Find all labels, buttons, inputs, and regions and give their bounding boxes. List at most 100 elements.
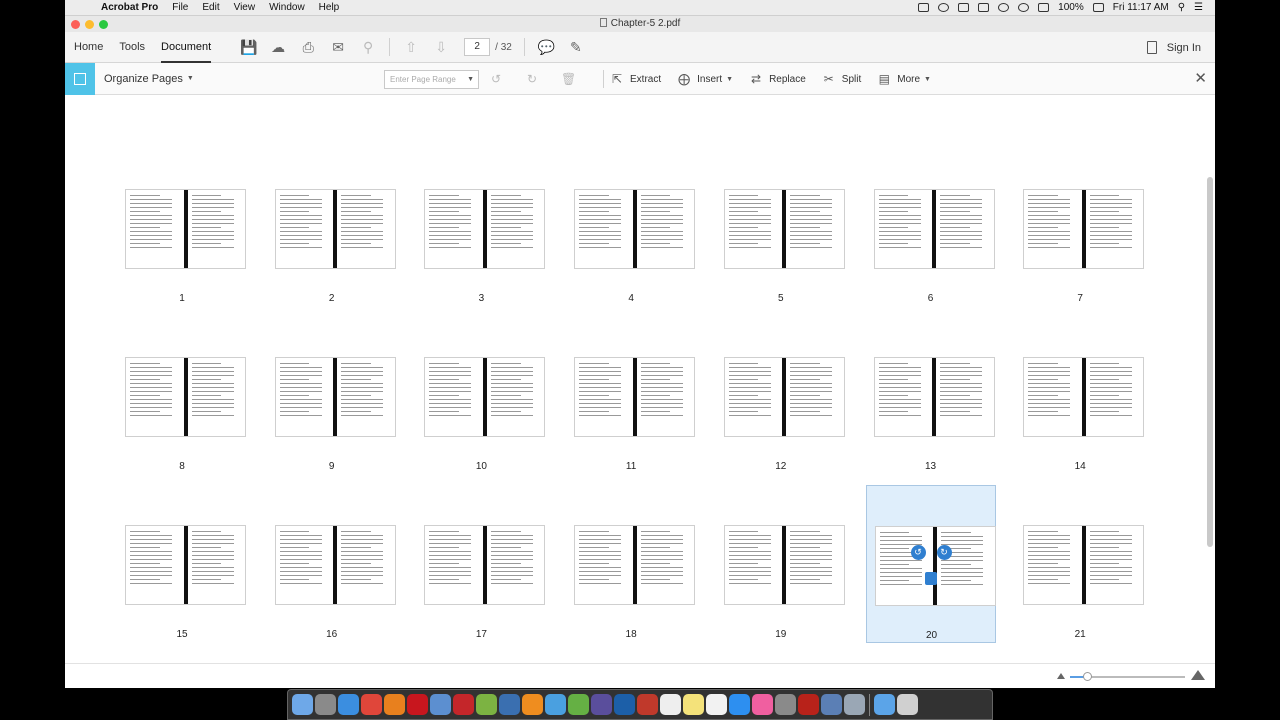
preview-alt-icon[interactable] bbox=[821, 694, 842, 715]
menu-edit[interactable]: Edit bbox=[202, 2, 219, 13]
page-thumbnail[interactable]: 14 bbox=[1015, 317, 1145, 475]
itunes-icon[interactable] bbox=[752, 694, 773, 715]
organize-pages-title[interactable]: Organize Pages bbox=[104, 73, 183, 85]
page-thumbnail[interactable]: 10 bbox=[416, 317, 546, 475]
rotate-left-button[interactable]: ↺ bbox=[489, 72, 509, 86]
calendar-icon[interactable] bbox=[660, 694, 681, 715]
replace-button[interactable]: ⇄ Replace bbox=[749, 72, 806, 86]
search-icon[interactable]: ⚲ bbox=[360, 39, 376, 55]
comment-icon[interactable]: 💬 bbox=[538, 39, 555, 55]
next-page-icon[interactable]: ⇩ bbox=[433, 39, 449, 55]
spotlight-icon[interactable]: ⚲ bbox=[1178, 2, 1185, 13]
insert-button[interactable]: ⨁ Insert ▼ bbox=[677, 72, 733, 86]
screen-recording-icon[interactable] bbox=[918, 3, 930, 12]
cloud-upload-icon[interactable]: ☁ bbox=[270, 39, 286, 55]
notes-icon[interactable] bbox=[683, 694, 704, 715]
page-thumbnail[interactable]: 5 bbox=[716, 149, 846, 307]
utorrent-icon[interactable] bbox=[568, 694, 589, 715]
notification-center-icon[interactable]: ☰ bbox=[1194, 2, 1203, 13]
preview-icon[interactable] bbox=[430, 694, 451, 715]
battery-percent[interactable]: 100% bbox=[1058, 2, 1084, 13]
save-icon[interactable]: 💾 bbox=[240, 39, 257, 55]
photo-booth-icon[interactable] bbox=[637, 694, 658, 715]
page-thumbnail[interactable]: 16 bbox=[267, 485, 397, 643]
trash-icon[interactable] bbox=[897, 694, 918, 715]
trash-icon[interactable] bbox=[924, 572, 937, 585]
zoom-out-icon[interactable] bbox=[1057, 673, 1065, 679]
tab-home[interactable]: Home bbox=[66, 32, 111, 63]
page-thumbnail[interactable]: 13 bbox=[866, 317, 996, 475]
image-capture-icon[interactable] bbox=[844, 694, 865, 715]
app-store-icon[interactable] bbox=[729, 694, 750, 715]
menu-help[interactable]: Help bbox=[319, 2, 340, 13]
page-thumbnail[interactable]: 4 bbox=[566, 149, 696, 307]
page-thumbnail[interactable]: 11 bbox=[566, 317, 696, 475]
lock-icon[interactable] bbox=[958, 3, 970, 12]
page-thumbnail[interactable]: 6 bbox=[866, 149, 996, 307]
chrome-icon[interactable] bbox=[361, 694, 382, 715]
tab-document[interactable]: Document bbox=[153, 32, 219, 63]
sign-in-link[interactable]: Sign In bbox=[1167, 42, 1201, 54]
previous-page-icon[interactable]: ⇧ bbox=[403, 39, 419, 55]
extract-button[interactable]: ⇱ Extract bbox=[610, 72, 661, 86]
bluetooth-icon[interactable] bbox=[978, 3, 990, 12]
filezilla-icon[interactable] bbox=[453, 694, 474, 715]
menu-view[interactable]: View bbox=[234, 2, 256, 13]
delete-pages-button[interactable]: 🗑 bbox=[561, 72, 581, 86]
print-icon[interactable]: ⎙ bbox=[300, 39, 316, 55]
page-thumbnail[interactable]: 1 bbox=[117, 149, 247, 307]
menu-file[interactable]: File bbox=[172, 2, 188, 13]
page-thumbnail[interactable]: 8 bbox=[117, 317, 247, 475]
page-thumbnail[interactable]: 19 bbox=[716, 485, 846, 643]
system-preferences-icon[interactable] bbox=[775, 694, 796, 715]
page-thumbnail[interactable]: 21 bbox=[1015, 485, 1145, 643]
page-thumbnail[interactable]: 12 bbox=[716, 317, 846, 475]
zoom-slider-knob[interactable] bbox=[1083, 672, 1093, 681]
reminders-icon[interactable] bbox=[706, 694, 727, 715]
close-window-button[interactable] bbox=[71, 20, 80, 29]
thumbnail-zoom-slider[interactable] bbox=[1070, 672, 1185, 681]
safari-icon[interactable] bbox=[338, 694, 359, 715]
zoom-window-button[interactable] bbox=[99, 20, 108, 29]
photos-icon[interactable] bbox=[545, 694, 566, 715]
chevron-down-icon[interactable]: ▼ bbox=[187, 75, 194, 82]
close-icon[interactable]: ✕ bbox=[1194, 71, 1207, 86]
launchpad-icon[interactable] bbox=[315, 694, 336, 715]
page-thumbnail[interactable]: 18 bbox=[566, 485, 696, 643]
tab-tools[interactable]: Tools bbox=[111, 32, 153, 63]
rotate-right-button[interactable]: ↻ bbox=[525, 72, 545, 86]
page-thumbnail[interactable]: 3 bbox=[416, 149, 546, 307]
opera-icon[interactable] bbox=[407, 694, 428, 715]
pen-icon[interactable]: ✎ bbox=[568, 39, 584, 55]
finder-icon[interactable] bbox=[292, 694, 313, 715]
organize-pages-icon[interactable] bbox=[65, 62, 95, 95]
wifi-icon[interactable] bbox=[998, 3, 1010, 12]
vertical-scrollbar[interactable] bbox=[1207, 177, 1213, 547]
upload-icon[interactable] bbox=[938, 3, 950, 12]
menu-window[interactable]: Window bbox=[269, 2, 305, 13]
battery-icon[interactable] bbox=[1092, 3, 1104, 12]
sign-in-area[interactable]: Sign In bbox=[1146, 32, 1201, 63]
page-thumbnail[interactable]: 9 bbox=[267, 317, 397, 475]
sync-icon[interactable] bbox=[1018, 3, 1030, 12]
photoshop-icon[interactable] bbox=[614, 694, 635, 715]
email-icon[interactable]: ✉ bbox=[330, 39, 346, 55]
acrobat-icon[interactable] bbox=[798, 694, 819, 715]
downloads-icon[interactable] bbox=[874, 694, 895, 715]
page-range-select[interactable]: Enter Page Range ▼ bbox=[384, 70, 479, 89]
split-button[interactable]: ✂ Split bbox=[822, 72, 861, 86]
menu-app-name[interactable]: Acrobat Pro bbox=[101, 2, 158, 13]
page-number-input[interactable]: 2 bbox=[464, 38, 491, 56]
page-thumbnail[interactable]: 17 bbox=[416, 485, 546, 643]
volume-icon[interactable] bbox=[1038, 3, 1050, 12]
page-thumbnail[interactable]: 15 bbox=[117, 485, 247, 643]
zoom-in-icon[interactable] bbox=[1191, 670, 1205, 680]
bittorrent-icon[interactable] bbox=[499, 694, 520, 715]
firefox-icon[interactable] bbox=[384, 694, 405, 715]
more-button[interactable]: ▤ More ▼ bbox=[877, 72, 931, 86]
page-thumbnail[interactable]: 7 bbox=[1015, 149, 1145, 307]
clock[interactable]: Fri 11:17 AM bbox=[1113, 2, 1169, 13]
textmate-icon[interactable] bbox=[591, 694, 612, 715]
transmission-icon[interactable] bbox=[476, 694, 497, 715]
page-thumbnail[interactable]: ↺ ↻ 20 bbox=[865, 485, 996, 643]
